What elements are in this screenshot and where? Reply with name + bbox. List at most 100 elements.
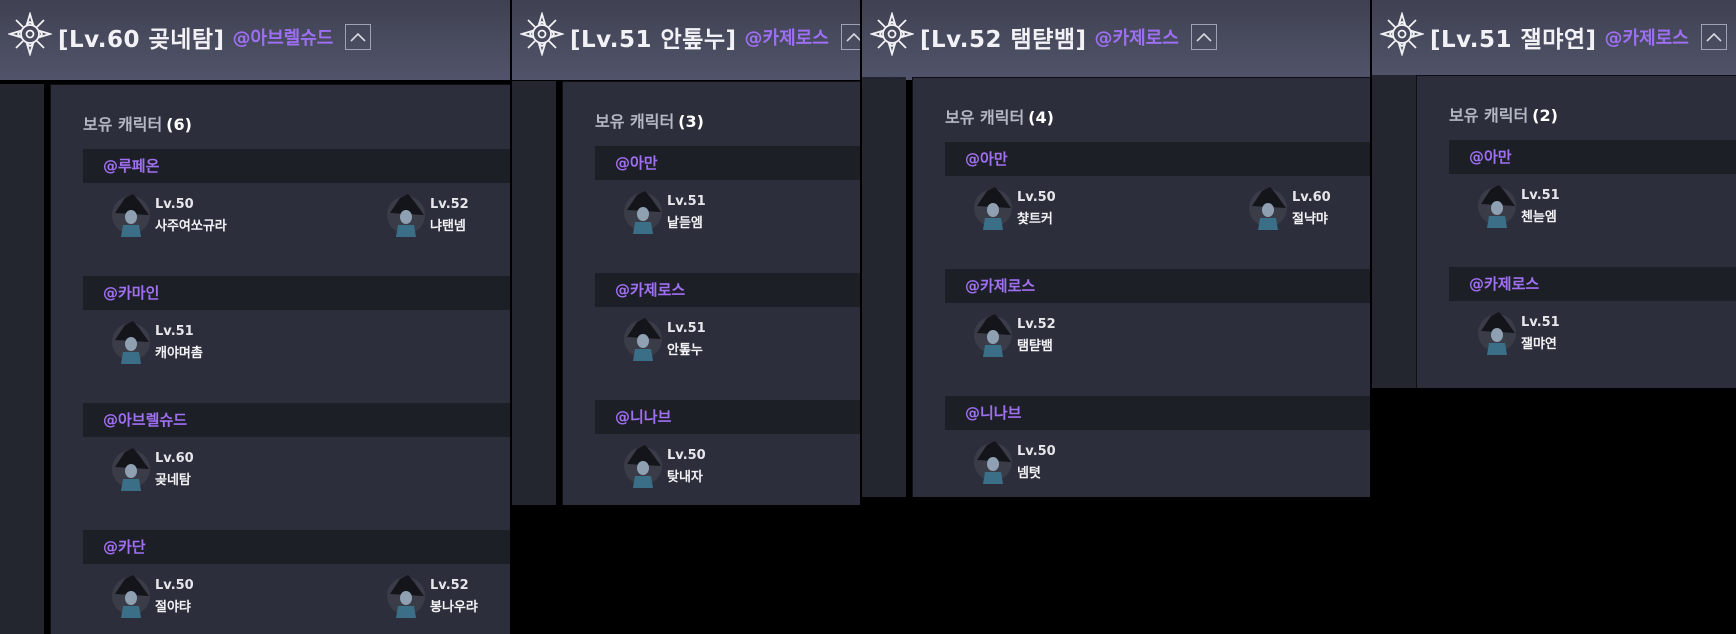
server-name: @아브렐슈드 [232, 28, 334, 49]
avatar [624, 191, 662, 234]
chevron-up-icon [350, 32, 366, 42]
character-level: Lv.52 [430, 197, 469, 212]
character-name: 챷트커 [1017, 212, 1053, 227]
server-group-header: @아만 [945, 142, 1370, 176]
character-name: 탬탿뱀 [1017, 339, 1053, 354]
character-level: Lv.60 [1292, 190, 1331, 205]
character-card[interactable]: Lv.52 탬탿뱀 [945, 313, 1145, 363]
character-level: Lv.51 [1521, 188, 1560, 203]
server-group-header: @카제로스 [1449, 267, 1736, 301]
character-list: 보유 캐릭터 (2) @아만 Lv.51 첸늗엠 @카제로스 Lv.51 잴먀연 [1416, 75, 1736, 388]
server-group-header: @아브렐슈드 [83, 403, 510, 437]
emblem-icon [1380, 12, 1424, 56]
panel-header: [Lv.51 안톺누] @카제로스 [512, 0, 860, 80]
avatar [387, 575, 425, 618]
character-card[interactable]: Lv.51 낱듣엠 [595, 190, 795, 240]
side-strip [862, 77, 906, 497]
character-card[interactable]: Lv.50 사주여쏘규라 [83, 193, 283, 243]
server-group-header: @니나브 [595, 400, 860, 434]
character-card[interactable]: Lv.52 냐탠넴 [358, 193, 510, 243]
character-level: Lv.51 [667, 321, 706, 336]
server-group-header: @카제로스 [595, 273, 860, 307]
server-group-header: @카마인 [83, 276, 510, 310]
character-count: (2) [1532, 106, 1558, 125]
server-group-header: @아만 [595, 146, 860, 180]
character-card[interactable]: Lv.51 안톺누 [595, 317, 795, 367]
server-group: @루페온 Lv.50 사주여쏘규라 Lv.52 냐탠넴 [83, 149, 510, 237]
character-card[interactable]: Lv.50 넴텻 [945, 440, 1145, 490]
avatar [974, 441, 1012, 484]
server-group: @아만 Lv.51 첸늗엠 [1449, 140, 1736, 228]
server-name: @카제로스 [1604, 28, 1689, 49]
section-title: 보유 캐릭터 (3) [595, 112, 704, 131]
character-name: 캐야며촘 [155, 346, 203, 361]
character-count: (3) [678, 112, 704, 131]
server-group: @니나브 Lv.50 탖내자 [595, 400, 860, 488]
character-card[interactable]: Lv.60 절냑먀 [1220, 186, 1370, 236]
character-list: 보유 캐릭터 (3) @아만 Lv.51 낱듣엠 @카제로스 Lv.51 안톺누 … [562, 81, 860, 505]
character-list: 보유 캐릭터 (4) @아만 Lv.50 챷트커 Lv.60 절냑먀 @카제로스 … [912, 77, 1370, 497]
server-group-header: @아만 [1449, 140, 1736, 174]
server-name: @카제로스 [1094, 28, 1179, 49]
character-card[interactable]: Lv.51 첸늗엠 [1449, 184, 1649, 234]
server-group: @아브렐슈드 Lv.60 곶네탐 [83, 403, 510, 491]
server-group: @카제로스 Lv.52 탬탿뱀 [945, 269, 1370, 357]
panel-header: [Lv.60 곶네탐] @아브렐슈드 [0, 0, 510, 80]
character-card[interactable]: Lv.50 절야탸 [83, 574, 283, 624]
collapse-button[interactable] [1700, 24, 1727, 50]
server-group-header: @카제로스 [945, 269, 1370, 303]
character-name: 절야탸 [155, 600, 191, 615]
emblem-icon [520, 12, 564, 56]
side-strip [1372, 75, 1416, 388]
character-count: (6) [166, 115, 192, 134]
character-card[interactable]: Lv.51 캐야며촘 [83, 320, 283, 370]
character-list: 보유 캐릭터 (6) @루페온 Lv.50 사주여쏘규라 Lv.52 냐탠넴 @카… [50, 84, 510, 634]
character-name: 탖내자 [667, 470, 703, 485]
server-group: @카제로스 Lv.51 안톺누 [595, 273, 860, 361]
avatar [974, 187, 1012, 230]
character-name: 곶네탐 [155, 473, 191, 488]
account-panel-4: [Lv.51 잴먀연] @카제로스 보유 캐릭터 (2) @아만 Lv.51 첸늗… [1372, 0, 1736, 388]
character-card[interactable]: Lv.51 잴먀연 [1449, 311, 1649, 361]
panel-header: [Lv.51 잴먀연] @카제로스 [1372, 0, 1736, 80]
account-panel-3: [Lv.52 탬탿뱀] @카제로스 보유 캐릭터 (4) @아만 Lv.50 챷트… [862, 0, 1370, 497]
chevron-up-icon [1706, 32, 1722, 42]
collapse-button[interactable] [840, 24, 860, 50]
section-title: 보유 캐릭터 (4) [945, 108, 1054, 127]
chevron-up-icon [1196, 32, 1212, 42]
character-name: 첸늗엠 [1521, 210, 1557, 225]
chevron-up-icon [846, 32, 860, 42]
character-level: Lv.50 [155, 578, 194, 593]
character-name: 안톺누 [667, 343, 703, 358]
avatar [1478, 185, 1516, 228]
avatar [112, 194, 150, 237]
character-level: Lv.52 [430, 578, 469, 593]
server-group-header: @니나브 [945, 396, 1370, 430]
avatar [112, 448, 150, 491]
character-name: 넴텻 [1017, 466, 1041, 481]
character-name: 냐탠넴 [430, 219, 466, 234]
character-name: 사주여쏘규라 [155, 219, 227, 234]
character-level: Lv.50 [155, 197, 194, 212]
character-card[interactable]: Lv.50 챷트커 [945, 186, 1145, 236]
avatar [387, 194, 425, 237]
avatar [1478, 312, 1516, 355]
character-level: Lv.52 [1017, 317, 1056, 332]
avatar [112, 321, 150, 364]
character-card[interactable]: Lv.60 곶네탐 [83, 447, 283, 497]
server-group: @아만 Lv.51 낱듣엠 [595, 146, 860, 234]
collapse-button[interactable] [345, 24, 372, 50]
avatar [624, 445, 662, 488]
character-card[interactable]: Lv.52 봉나우랴 [358, 574, 510, 624]
server-group: @아만 Lv.50 챷트커 Lv.60 절냑먀 [945, 142, 1370, 230]
account-panel-1: [Lv.60 곶네탐] @아브렐슈드 보유 캐릭터 (6) @루페온 Lv.50 … [0, 0, 510, 634]
collapse-button[interactable] [1190, 24, 1217, 50]
avatar [112, 575, 150, 618]
character-name: 절냑먀 [1292, 212, 1328, 227]
character-title: [Lv.51 안톺누] [570, 27, 737, 53]
character-level: Lv.51 [155, 324, 194, 339]
character-card[interactable]: Lv.50 탖내자 [595, 444, 795, 494]
emblem-icon [870, 12, 914, 56]
server-group-header: @카단 [83, 530, 510, 564]
side-strip [512, 81, 556, 505]
